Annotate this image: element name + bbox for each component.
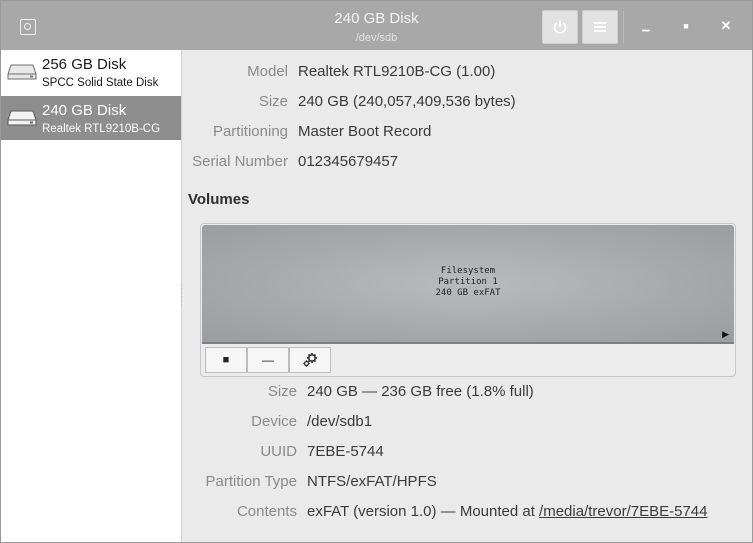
contents-text: exFAT (version 1.0) — Mounted at <box>307 503 540 520</box>
title-bar[interactable]: 240 GB Disk /dev/sdb ▁ ■ ✕ <box>1 1 752 50</box>
volume-map: Filesystem Partition 1 240 GB exFAT ▶ ■ … <box>200 223 736 377</box>
unmount-button[interactable]: ■ <box>205 347 247 373</box>
disk-name: 240 GB Disk <box>42 102 127 119</box>
close-button[interactable]: ✕ <box>717 17 735 35</box>
sidebar-item-240gb-disk[interactable]: 240 GB Disk Realtek RTL9210B-CG <box>1 96 181 140</box>
volume-size-value: 240 GB — 236 GB free (1.8% full) <box>307 383 534 400</box>
partition-1-block[interactable]: Filesystem Partition 1 240 GB exFAT ▶ <box>202 225 734 344</box>
partition-type-text: Filesystem <box>440 266 496 276</box>
partition-type-label: Partition Type <box>205 473 297 490</box>
titlebar-separator <box>623 11 624 43</box>
model-label: Model <box>247 63 288 80</box>
partition-name-text: Partition 1 <box>438 277 498 287</box>
disk-name: 256 GB Disk <box>42 56 127 73</box>
device-label: Device <box>251 413 297 430</box>
gears-icon <box>303 353 317 367</box>
contents-value: exFAT (version 1.0) — Mounted at /media/… <box>307 503 707 520</box>
minimize-icon: ▁ <box>642 20 650 31</box>
volumes-heading: Volumes <box>188 191 250 208</box>
device-value: /dev/sdb1 <box>307 413 373 430</box>
partitioning-label: Partitioning <box>212 123 288 140</box>
disk-model: Realtek RTL9210B-CG <box>42 123 161 135</box>
sidebar-item-256gb-disk[interactable]: 256 GB Disk SPCC Solid State Disk <box>1 50 181 94</box>
disk-model: SPCC Solid State Disk <box>42 77 159 89</box>
disks-window: 240 GB Disk /dev/sdb ▁ ■ ✕ 256 GB Disk S… <box>0 0 753 543</box>
close-icon: ✕ <box>720 18 732 33</box>
size-label: Size <box>258 93 288 110</box>
volume-size-label: Size <box>267 383 297 400</box>
power-off-button[interactable] <box>542 10 578 44</box>
drive-details-pane: Model Realtek RTL9210B-CG (1.00) Size 24… <box>182 50 752 542</box>
delete-partition-button[interactable]: — <box>247 347 289 373</box>
model-value: Realtek RTL9210B-CG (1.00) <box>298 63 496 80</box>
maximize-button[interactable]: ■ <box>677 17 695 35</box>
drive-menu-button[interactable] <box>582 10 618 44</box>
uuid-value: 7EBE-5744 <box>307 443 384 460</box>
power-icon <box>553 20 567 34</box>
partition-settings-button[interactable] <box>289 347 331 373</box>
play-arrow-icon: ▶ <box>722 329 729 339</box>
mount-point-link[interactable]: /media/trevor/7EBE-5744 <box>539 503 707 520</box>
hard-disk-icon <box>7 64 37 80</box>
menu-icon <box>594 22 606 32</box>
contents-label: Contents <box>236 503 297 520</box>
hard-disk-icon <box>7 110 37 126</box>
stop-icon: ■ <box>222 354 230 366</box>
minus-icon: — <box>262 353 274 367</box>
serial-number-value: 012345679457 <box>298 153 399 170</box>
uuid-label: UUID <box>260 443 297 460</box>
minimize-button[interactable]: ▁ <box>637 17 655 35</box>
size-value: 240 GB (240,057,409,536 bytes) <box>298 93 516 110</box>
serial-number-label: Serial Number <box>192 153 288 170</box>
partition-type-value: NTFS/exFAT/HPFS <box>307 473 437 490</box>
partition-size-text: 240 GB exFAT <box>435 288 501 298</box>
maximize-icon: ■ <box>683 21 689 31</box>
disk-list-sidebar: 256 GB Disk SPCC Solid State Disk 240 GB… <box>1 50 182 542</box>
partitioning-value: Master Boot Record <box>298 123 432 140</box>
